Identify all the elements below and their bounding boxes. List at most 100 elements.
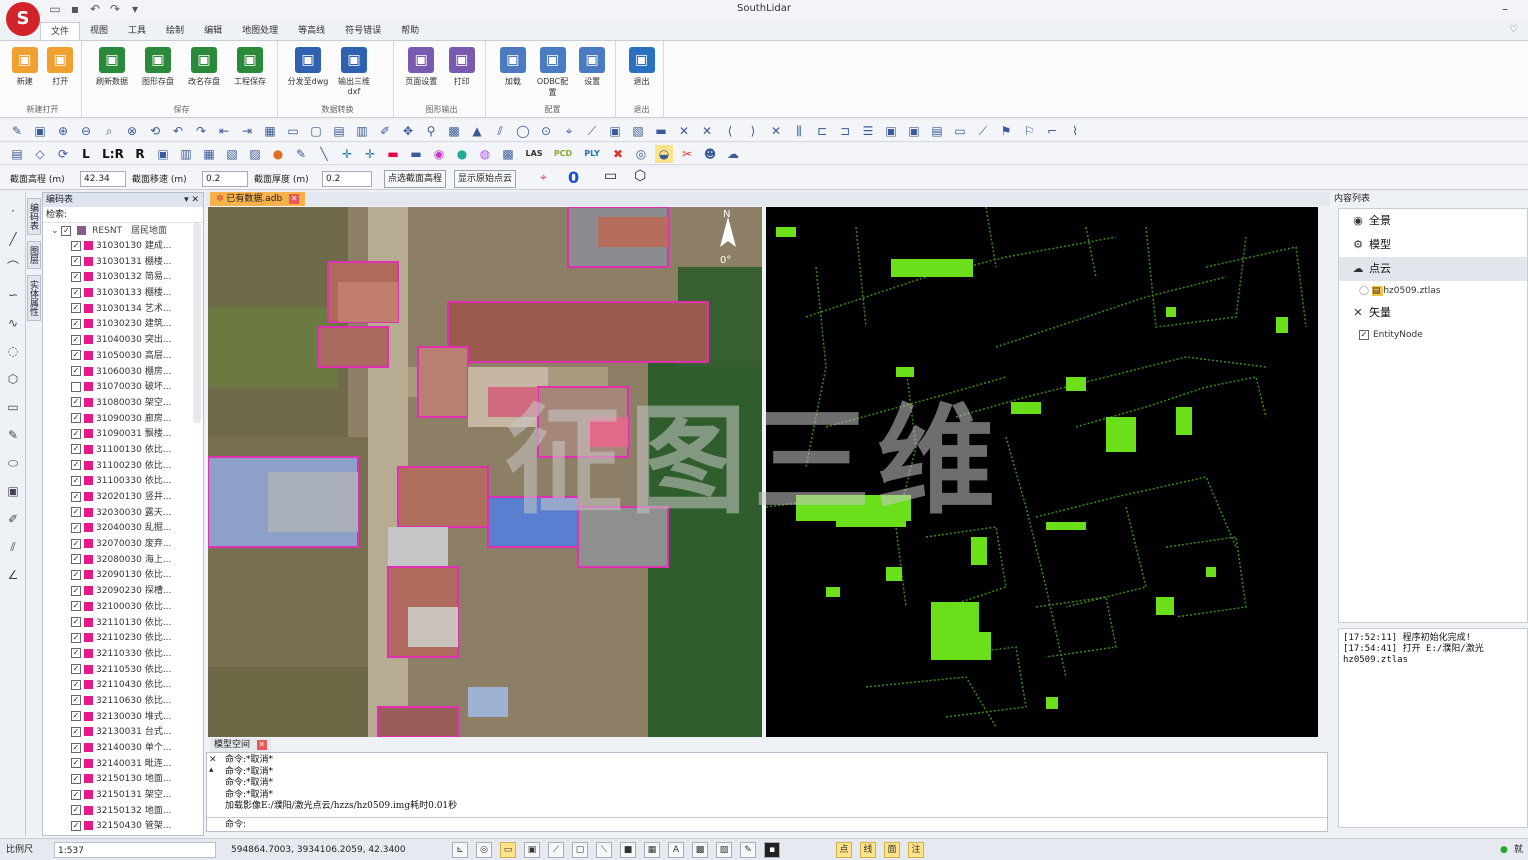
palette-icon[interactable]: ◉ xyxy=(430,145,448,163)
code-checkbox[interactable]: ✓ xyxy=(71,256,81,267)
pen-tool-icon[interactable]: ✎ xyxy=(4,426,22,444)
code-row[interactable]: ✓ 32150131 架空... xyxy=(43,788,203,804)
toolbar-tool-icon[interactable]: ▩ xyxy=(445,122,463,140)
toolbar-tool-icon[interactable]: ▭ xyxy=(284,122,302,140)
code-checkbox[interactable]: ✓ xyxy=(71,569,81,580)
menu-item[interactable]: 等高线 xyxy=(288,22,335,40)
line-icon[interactable]: ╲ xyxy=(315,145,333,163)
brush-tool-icon[interactable]: ✐ xyxy=(4,510,22,528)
code-row[interactable]: ✓ 31090031 飘楼... xyxy=(43,427,203,443)
arc-tool-icon[interactable]: ⌒ xyxy=(4,258,22,276)
code-row[interactable]: ✓ 31030130 建成... xyxy=(43,239,203,255)
toolbar-tool-icon[interactable]: ▣ xyxy=(882,122,900,140)
code-checkbox[interactable]: ✓ xyxy=(71,820,81,831)
ribbon-button[interactable]: ▣ 工程保存 xyxy=(228,47,272,87)
ortho-button[interactable]: ⊾ xyxy=(452,842,468,858)
code-checkbox[interactable]: ✓ xyxy=(71,538,81,549)
code-row[interactable]: ✓ 32110230 依比... xyxy=(43,631,203,647)
toolbar-tool-icon[interactable]: ▣ xyxy=(31,122,49,140)
code-row[interactable]: ✓ 31100230 依比... xyxy=(43,459,203,475)
code-row[interactable]: ✓ 32070030 废弃... xyxy=(43,537,203,553)
mode-button[interactable]: 线 xyxy=(860,842,876,858)
code-checkbox[interactable]: ✓ xyxy=(71,679,81,690)
world-icon[interactable]: ◎ xyxy=(632,145,650,163)
toolbar-tool-icon[interactable]: ▦ xyxy=(261,122,279,140)
toolbar-tool-icon[interactable]: ▤ xyxy=(330,122,348,140)
ribbon-button[interactable]: ▣ 打开 xyxy=(44,47,78,87)
tab-close-icon[interactable]: ✕ xyxy=(289,194,300,204)
toolbar-tool-icon[interactable]: ✕ xyxy=(698,122,716,140)
collapse-icon[interactable]: ⌄ xyxy=(51,226,59,236)
code-row[interactable]: ✓ 32110530 依比... xyxy=(43,663,203,679)
code-row[interactable]: ✓ 32140030 单个... xyxy=(43,741,203,757)
code-row[interactable]: ✓ 32100030 依比... xyxy=(43,600,203,616)
toolbar-tool-icon[interactable]: ⟋ xyxy=(974,122,992,140)
toolbar-tool-icon[interactable]: ▥ xyxy=(353,122,371,140)
toolbar-tool-icon[interactable]: ▬ xyxy=(652,122,670,140)
toolbar-tool-icon[interactable]: ☰ xyxy=(859,122,877,140)
toolbar-tool-icon[interactable]: ⟩ xyxy=(744,122,762,140)
grid2-button[interactable]: ▩ xyxy=(692,842,708,858)
circle-tool-icon[interactable]: ◌ xyxy=(4,342,22,360)
code-row[interactable]: ✓ 32110130 依比... xyxy=(43,616,203,632)
code-row[interactable]: ✓ 32110430 依比... xyxy=(43,678,203,694)
side-tab[interactable]: 编码表 xyxy=(27,198,41,235)
side-tab[interactable]: 图层 xyxy=(27,241,41,269)
las-button[interactable]: LAS xyxy=(522,145,546,163)
cap-icon[interactable]: ◒ xyxy=(655,144,673,163)
code-checkbox[interactable]: ✓ xyxy=(71,695,81,706)
tab-model-space[interactable]: 模型空间 ✕ xyxy=(210,738,271,752)
cut-icon[interactable]: ✂ xyxy=(678,145,696,163)
pick-icon[interactable]: ✎ xyxy=(292,145,310,163)
code-row[interactable]: ✓ 32130030 堆式... xyxy=(43,710,203,726)
toolbar-tool-icon[interactable]: ⚑ xyxy=(997,122,1015,140)
ribbon-button[interactable]: ▣ 加载 xyxy=(494,47,532,98)
ribbon-button[interactable]: ▣ ODBC配置 xyxy=(534,47,572,98)
cross2-icon[interactable]: ✛ xyxy=(361,145,379,163)
color-icon[interactable]: ▬ xyxy=(384,145,402,163)
code-row[interactable]: ✓ 32040030 乱掘... xyxy=(43,521,203,537)
scale-select[interactable]: 1:537 xyxy=(54,842,216,858)
box-icon[interactable]: ▥ xyxy=(177,145,195,163)
code-checkbox[interactable]: ✓ xyxy=(71,711,81,722)
ellipse-tool-icon[interactable]: ⬭ xyxy=(4,454,22,472)
screen-button[interactable]: ▣ xyxy=(524,842,540,858)
code-row[interactable]: ✓ 32130031 台式... xyxy=(43,725,203,741)
toolbar-tool-icon[interactable]: ⟨ xyxy=(721,122,739,140)
code-row[interactable]: ✓ 32110330 依比... xyxy=(43,647,203,663)
image-button[interactable]: ▨ xyxy=(716,842,732,858)
toolbar-tool-icon[interactable]: ⚐ xyxy=(1020,122,1038,140)
code-checkbox[interactable]: ✓ xyxy=(71,318,81,329)
box3-icon[interactable]: ▧ xyxy=(223,145,241,163)
toolbar-tool-icon[interactable]: ⊙ xyxy=(537,122,555,140)
toolbar-tool-icon[interactable]: ⟋ xyxy=(583,122,601,140)
toolbar-tool-icon[interactable]: ⌖ xyxy=(560,122,578,140)
toolbar-tool-icon[interactable]: ▭ xyxy=(951,122,969,140)
code-checkbox[interactable]: ✓ xyxy=(71,287,81,298)
menu-item[interactable]: 绘制 xyxy=(156,22,194,40)
code-row[interactable]: ✓ 31050030 高层... xyxy=(43,349,203,365)
cloud-upload-icon[interactable]: ☁ xyxy=(724,145,742,163)
tab-adb[interactable]: ✲ 已有数据.adb ✕ xyxy=(210,192,306,206)
toolbar-tool-icon[interactable]: ✕ xyxy=(767,122,785,140)
fill-button[interactable]: ■ xyxy=(620,842,636,858)
code-checkbox[interactable]: ✓ xyxy=(71,773,81,784)
code-checkbox[interactable]: ✓ xyxy=(71,632,81,643)
zero-button[interactable]: 0 xyxy=(568,168,579,187)
model-tab-close-icon[interactable]: ✕ xyxy=(256,740,267,750)
box2-icon[interactable]: ▦ xyxy=(200,145,218,163)
polyline-tool-icon[interactable]: ∿ xyxy=(4,314,22,332)
app-logo[interactable]: S xyxy=(6,2,40,36)
tools-icon[interactable]: ✖ xyxy=(609,145,627,163)
console-scrollbar[interactable] xyxy=(1315,757,1325,817)
toolbar-tool-icon[interactable]: ▤ xyxy=(928,122,946,140)
content-node[interactable]: ⚙ 模型 xyxy=(1339,233,1527,257)
toolbar-tool-icon[interactable]: ⌇ xyxy=(1066,122,1084,140)
grid-icon[interactable]: ▩ xyxy=(499,145,517,163)
toolbar-tool-icon[interactable]: ▧ xyxy=(629,122,647,140)
code-row[interactable]: ✓ 32150130 地面... xyxy=(43,772,203,788)
toolbar-tool-icon[interactable]: ▣ xyxy=(905,122,923,140)
ribbon-button[interactable]: ▣ 刷新数据 xyxy=(90,47,134,87)
root-checkbox[interactable]: ✓ xyxy=(61,225,72,236)
code-checkbox[interactable]: ✓ xyxy=(71,742,81,753)
